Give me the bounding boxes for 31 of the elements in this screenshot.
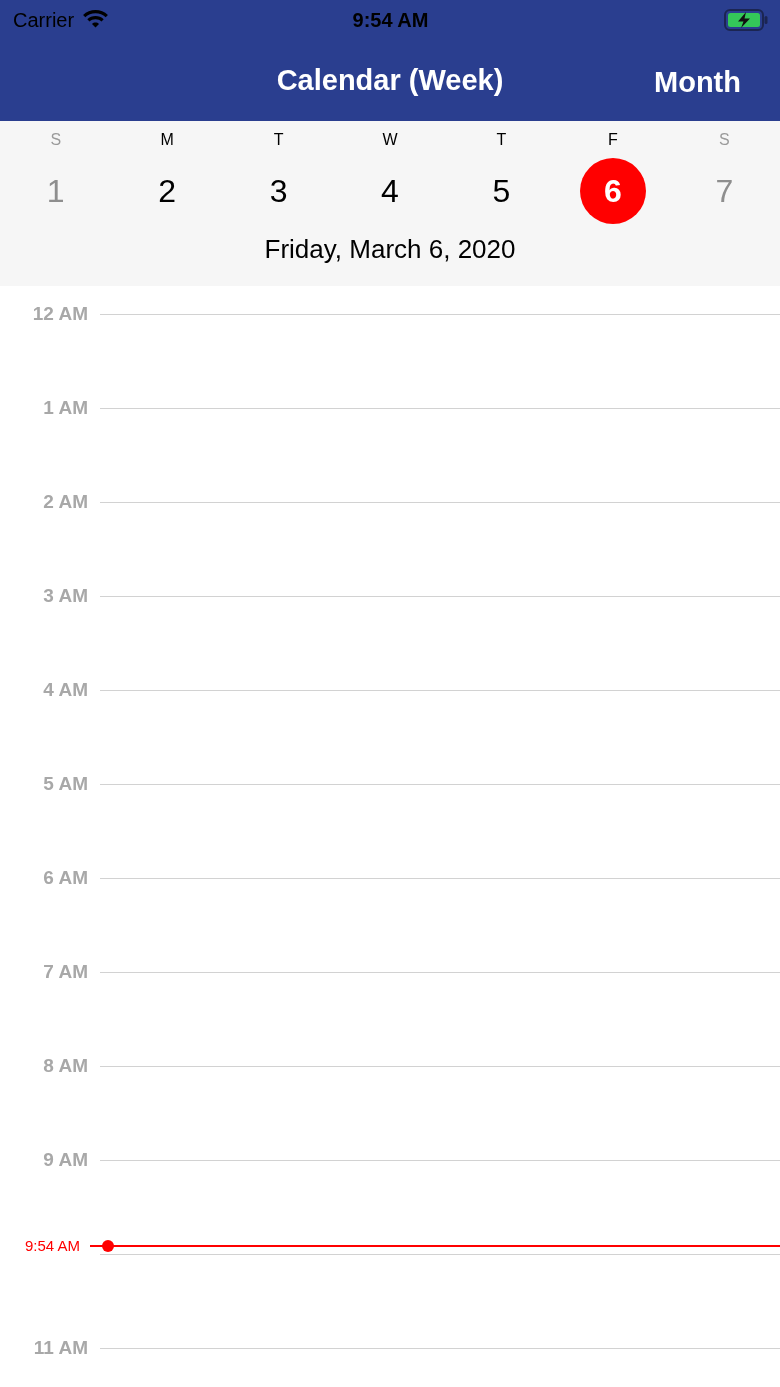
hour-label: 4 AM xyxy=(43,678,89,702)
weekday-letter: W xyxy=(382,131,398,149)
hour-label: 7 AM xyxy=(43,960,89,984)
day-number[interactable]: 2 xyxy=(134,158,201,224)
day-number[interactable]: 5 xyxy=(468,158,535,224)
carrier-name: Carrier xyxy=(13,8,75,32)
weekday-letter: F xyxy=(607,131,618,149)
hour-label: 1 AM xyxy=(43,396,89,420)
hour-label: 2 AM xyxy=(43,490,89,514)
weekday-letter: M xyxy=(160,131,174,149)
day-number[interactable]: 3 xyxy=(245,158,312,224)
day-number[interactable]: 6 xyxy=(579,158,646,224)
hour-label: 3 AM xyxy=(43,584,89,608)
weekday-letter: S xyxy=(718,131,730,149)
current-time-label: 9:54 AM xyxy=(23,1238,80,1254)
hour-label: 11 AM xyxy=(33,1336,89,1360)
selected-date: Friday, March 6, 2020 xyxy=(264,234,516,264)
weekday-letter: S xyxy=(50,131,62,149)
hour-label: 9 AM xyxy=(43,1148,89,1172)
hour-label: 12 AM xyxy=(32,302,89,326)
weekday-letter: T xyxy=(273,131,284,149)
month-button[interactable]: Month xyxy=(651,62,744,103)
weekday-letter: T xyxy=(496,131,507,149)
day-number[interactable]: 4 xyxy=(357,158,423,224)
hour-label: 6 AM xyxy=(43,866,89,890)
status-time: 9:54 AM xyxy=(352,8,429,32)
wifi-icon xyxy=(82,10,110,30)
hour-label: 8 AM xyxy=(43,1054,89,1078)
nav-title: Calendar (Week) xyxy=(276,64,504,97)
current-time-dot-icon xyxy=(102,1240,114,1252)
hour-label: 5 AM xyxy=(43,772,89,796)
